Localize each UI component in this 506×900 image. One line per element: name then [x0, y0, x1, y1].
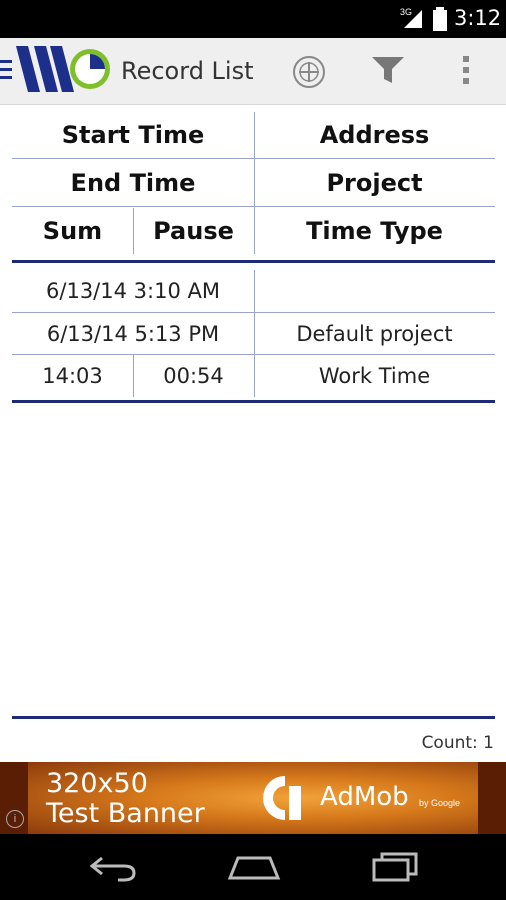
record-pause: 00:54: [163, 364, 224, 388]
record-separator: [12, 400, 495, 403]
footer-separator: [12, 716, 495, 719]
column-divider: [133, 208, 134, 254]
up-menu-icon[interactable]: [0, 60, 12, 84]
navigation-bar: [0, 834, 506, 900]
ad-banner[interactable]: i 320x50 Test Banner AdMob by Google: [0, 762, 506, 834]
header-end-time: End Time: [70, 169, 196, 197]
recent-apps-icon[interactable]: [370, 852, 420, 882]
header-project: Project: [326, 169, 423, 197]
home-icon[interactable]: [226, 852, 282, 882]
record-project: Default project: [296, 321, 453, 346]
record-address: [254, 270, 495, 312]
record-time-type: Work Time: [318, 364, 431, 388]
status-bar: 3G 3:12: [0, 0, 506, 38]
record-count: Count: 1: [421, 733, 494, 753]
battery-icon: [433, 7, 447, 31]
column-divider: [133, 355, 134, 397]
column-divider: [254, 112, 255, 254]
header-start-time: Start Time: [61, 121, 205, 149]
header-time-type: Time Type: [306, 217, 443, 245]
ad-test-text: Test Banner: [46, 798, 205, 829]
header-address: Address: [319, 121, 430, 149]
ad-edge: [478, 762, 506, 834]
page-title: Record List: [121, 57, 254, 85]
clock: 3:12: [454, 6, 502, 30]
add-icon[interactable]: [291, 54, 327, 90]
signal-icon: 3G: [400, 7, 422, 28]
header-pause: Pause: [153, 217, 234, 245]
admob-logo-icon: [263, 776, 301, 820]
ad-brand: AdMob: [320, 782, 409, 812]
ad-info-icon[interactable]: i: [6, 810, 24, 828]
ad-by-google: by Google: [419, 798, 461, 808]
action-bar: Record List: [0, 38, 506, 105]
back-icon[interactable]: [88, 852, 138, 882]
overflow-menu-icon[interactable]: [460, 55, 472, 85]
record-start-time: 6/13/14 3:10 AM: [46, 279, 220, 303]
ad-size-text: 320x50: [46, 768, 148, 799]
record-sum: 14:03: [42, 364, 103, 388]
header-separator: [12, 260, 495, 263]
header-sum: Sum: [42, 217, 103, 245]
filter-icon[interactable]: [372, 55, 404, 85]
svg-text:3G: 3G: [400, 7, 412, 17]
record-end-time: 6/13/14 5:13 PM: [46, 321, 220, 346]
app-logo-icon[interactable]: [16, 46, 116, 96]
column-divider: [254, 270, 255, 397]
